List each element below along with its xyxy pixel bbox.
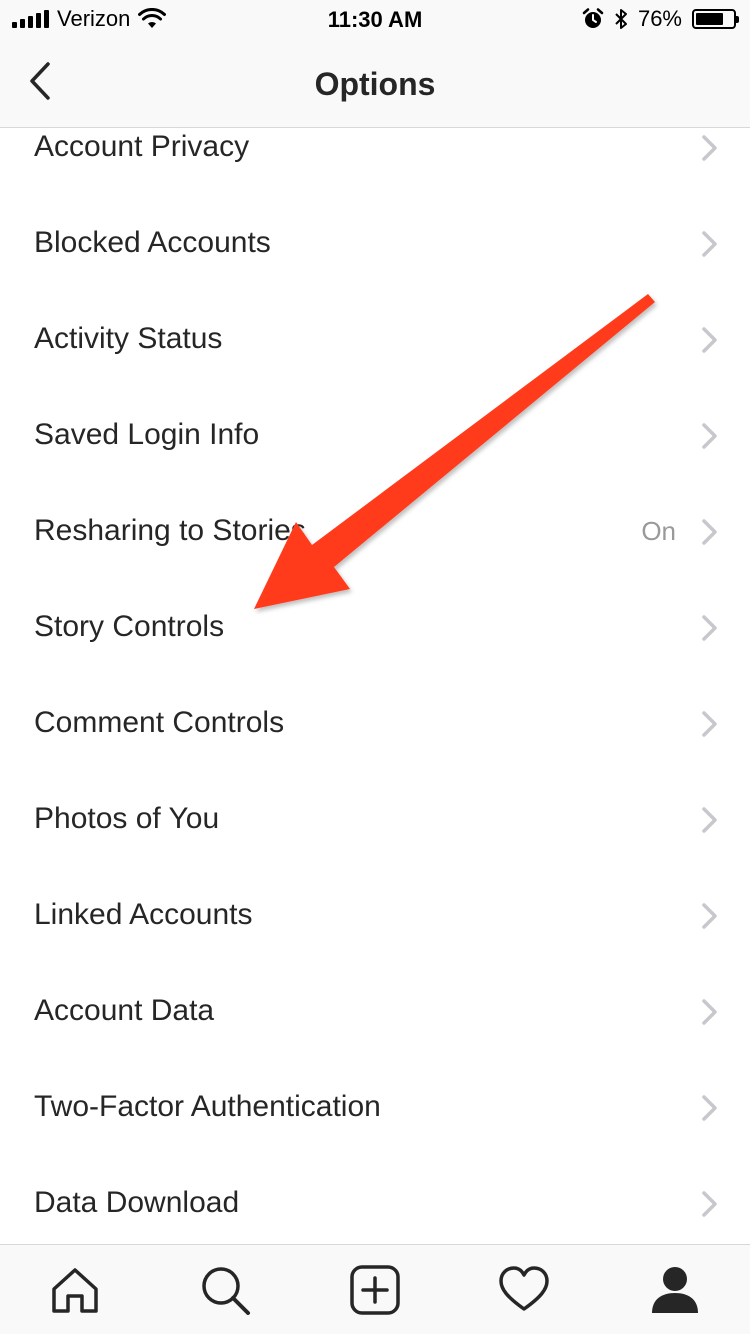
status-bar: Verizon 11:30 AM 76% [0,0,750,40]
profile-icon [652,1267,698,1313]
chevron-right-icon [702,1095,717,1121]
search-icon [202,1267,250,1315]
option-account-data[interactable]: Account Data [0,963,750,1059]
option-label: Photos of You [34,802,220,835]
battery-icon [692,9,739,29]
option-label: Resharing to Stories [34,514,306,547]
option-account-privacy[interactable]: Account Privacy [0,128,750,195]
tab-home[interactable] [48,1263,102,1317]
chevron-right-icon [702,807,717,833]
alarm-icon [582,8,604,28]
chevron-left-icon [30,62,50,100]
option-value: On [641,516,676,546]
chevron-right-icon [702,135,717,161]
option-comment-controls[interactable]: Comment Controls [0,675,750,771]
tab-activity[interactable] [497,1263,551,1317]
chevron-right-icon [702,615,717,641]
option-label: Account Data [34,994,215,1027]
option-linked-accounts[interactable]: Linked Accounts [0,867,750,963]
chevron-right-icon [702,327,717,353]
tab-add-post[interactable] [348,1263,402,1317]
status-right: 76% [582,6,739,32]
option-label: Data Download [34,1186,240,1219]
tab-profile[interactable] [648,1263,702,1317]
nav-bar: Options [0,40,750,128]
option-activity-status[interactable]: Activity Status [0,291,750,387]
chevron-right-icon [702,999,717,1025]
option-label: Linked Accounts [34,898,253,931]
option-label: Account Privacy [34,130,250,163]
chevron-right-icon [702,711,717,737]
tab-search[interactable] [198,1263,252,1317]
chevron-right-icon [702,423,717,449]
heart-icon [499,1266,549,1311]
option-photos-of-you[interactable]: Photos of You [0,771,750,867]
option-label: Two-Factor Authentication [34,1090,381,1123]
battery-percent: 76% [637,6,682,31]
add-post-icon [350,1265,400,1315]
battery-level [696,13,724,25]
option-two-factor-authentication[interactable]: Two-Factor Authentication [0,1059,750,1155]
option-resharing-to-stories[interactable]: Resharing to Stories On [0,483,750,579]
chevron-right-icon [702,519,717,545]
option-label: Saved Login Info [34,418,260,451]
chevron-right-icon [702,1191,717,1217]
option-label: Blocked Accounts [34,226,271,259]
option-saved-login-info[interactable]: Saved Login Info [0,387,750,483]
page-title: Options [314,66,436,102]
option-label: Story Controls [34,610,225,643]
home-icon [52,1268,98,1313]
option-label: Comment Controls [34,706,285,739]
option-blocked-accounts[interactable]: Blocked Accounts [0,195,750,291]
tab-bar [0,1244,750,1334]
options-list: Account Privacy Blocked Accounts Activit… [0,128,750,1244]
option-data-download[interactable]: Data Download [0,1155,750,1244]
option-label: Activity Status [34,322,223,355]
back-button[interactable] [18,58,66,106]
chevron-right-icon [702,903,717,929]
chevron-right-icon [702,231,717,257]
option-story-controls[interactable]: Story Controls [0,579,750,675]
bluetooth-icon [615,9,627,29]
